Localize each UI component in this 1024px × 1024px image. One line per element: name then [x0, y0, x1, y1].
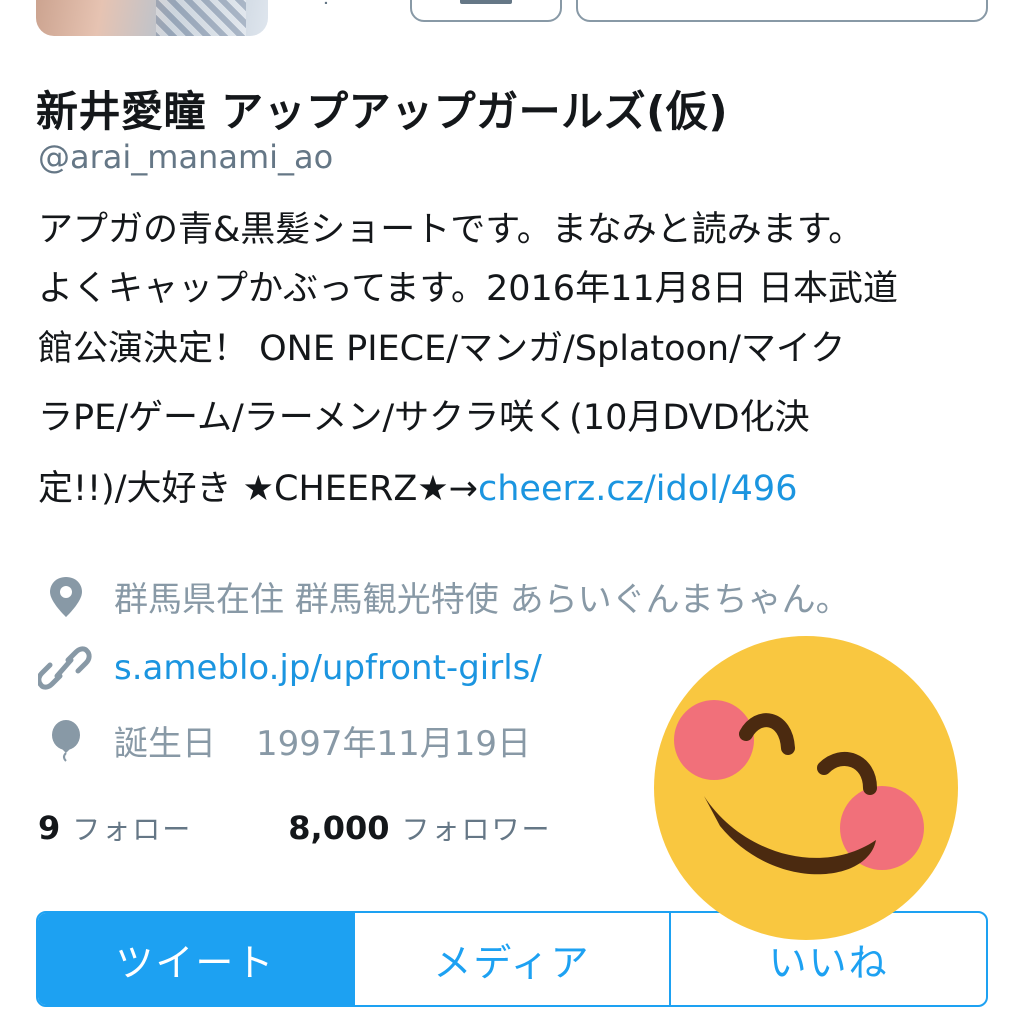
tab-media[interactable]: メディア — [352, 913, 670, 1005]
profile-website[interactable]: s.ameblo.jp/upfront-girls/ — [38, 646, 542, 690]
followers-count: 8,000 — [288, 809, 390, 847]
location-text: 群馬県在住 群馬観光特使 あらいぐんまちゃん。 — [114, 580, 850, 620]
settings-icon[interactable]: ⁘ — [306, 0, 346, 12]
followers-stat[interactable]: 8,000 フォロワー — [288, 808, 551, 848]
link-icon — [38, 646, 92, 690]
balloon-icon — [52, 719, 80, 762]
tab-tweets[interactable]: ツイート — [38, 913, 353, 1005]
avatar[interactable] — [36, 0, 268, 36]
following-stat[interactable]: 9 フォロー — [38, 808, 192, 848]
profile-display-name: 新井愛瞳 アップアップガールズ(仮) — [36, 87, 729, 136]
location-pin-icon — [50, 576, 82, 617]
bio-line: 定!!)/大好き ★CHEERZ★→cheerz.cz/idol/496 — [38, 467, 998, 511]
bio-line: よくキャップかぶってます。2016年11月8日 日本武道 — [38, 269, 899, 309]
profile-handle: @arai_manami_ao — [38, 138, 334, 176]
bio-line: 館公演決定！ ONE PIECE/マンガ/Splatoon/マイク — [38, 329, 846, 369]
message-button[interactable] — [410, 0, 562, 22]
profile-stats: 9 フォロー 8,000 フォロワー — [38, 808, 552, 848]
follow-button[interactable] — [576, 0, 988, 22]
profile-location: 群馬県在住 群馬観光特使 あらいぐんまちゃん。 — [38, 572, 850, 621]
bio-link[interactable]: cheerz.cz/idol/496 — [478, 469, 797, 509]
smiling-face-emoji — [654, 636, 958, 940]
website-link[interactable]: s.ameblo.jp/upfront-girls/ — [114, 648, 542, 688]
following-label: フォロー — [72, 813, 193, 846]
bio-line: アプガの青&黒髪ショートです。まなみと読みます。 — [38, 210, 864, 250]
bio-text: 定!!)/大好き ★CHEERZ★→ — [38, 469, 478, 509]
following-count: 9 — [38, 809, 61, 847]
profile-birthday: 誕生日 1997年11月19日 — [38, 716, 531, 765]
followers-label: フォロワー — [401, 813, 552, 846]
bio-line: ラPE/ゲーム/ラーメン/サクラ咲く(10月DVD化決 — [38, 398, 810, 438]
birthday-label: 誕生日 — [114, 724, 216, 764]
profile-bio: アプガの青&黒髪ショートです。まなみと読みます。 よくキャップかぶってます。20… — [38, 208, 998, 511]
birthday-value: 1997年11月19日 — [256, 724, 532, 764]
